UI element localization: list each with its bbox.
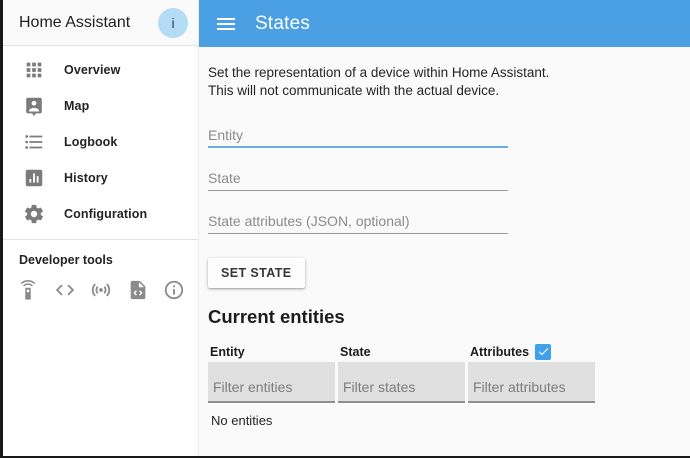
state-column-header: State (338, 341, 465, 362)
sidebar-item-configuration[interactable]: Configuration (3, 196, 198, 232)
current-entities-heading: Current entities (208, 306, 670, 328)
filter-entities-input[interactable] (208, 379, 335, 401)
no-entities-message: No entities (208, 413, 670, 428)
checkmark-icon (537, 345, 550, 358)
filter-states-input[interactable] (338, 379, 465, 401)
filter-entities-cell (208, 362, 335, 403)
info-badge[interactable]: i (158, 8, 188, 38)
state-attributes-field (208, 205, 508, 234)
entities-table-header-row: Entity State Attributes (208, 341, 670, 362)
app-bar: States (199, 0, 690, 47)
remote-icon[interactable] (17, 279, 39, 301)
list-bulleted-icon (23, 131, 45, 153)
chart-box-icon (23, 167, 45, 189)
filter-states-cell (338, 362, 465, 403)
main-panel: States Set the representation of a devic… (199, 0, 690, 456)
set-state-form: SET STATE (208, 119, 508, 288)
apps-icon (23, 59, 45, 81)
description-line-2: This will not communicate with the actua… (208, 82, 670, 100)
info-outline-icon[interactable] (163, 279, 185, 301)
filter-attributes-input[interactable] (468, 379, 595, 401)
sidebar-item-label: Map (64, 99, 89, 113)
description-line-1: Set the representation of a device withi… (208, 64, 670, 82)
hamburger-icon[interactable] (214, 12, 238, 36)
entities-table: Entity State Attributes (208, 341, 670, 428)
entity-field (208, 119, 508, 148)
state-attributes-input[interactable] (208, 205, 508, 234)
gear-icon (23, 203, 45, 225)
filter-attributes-cell (468, 362, 595, 403)
page-description: Set the representation of a device withi… (208, 64, 670, 99)
sidebar-item-overview[interactable]: Overview (3, 52, 198, 88)
state-input[interactable] (208, 162, 508, 191)
access-point-icon[interactable] (90, 279, 112, 301)
sidebar-item-map[interactable]: Map (3, 88, 198, 124)
developer-tools-icons (3, 272, 198, 301)
file-code-icon[interactable] (127, 279, 149, 301)
attributes-checkbox[interactable] (535, 344, 551, 360)
sidebar-item-logbook[interactable]: Logbook (3, 124, 198, 160)
attributes-header-label: Attributes (470, 345, 529, 359)
sidebar-menu: Overview Map Logbook (3, 46, 198, 232)
app-title: Home Assistant (19, 14, 158, 32)
states-content: Set the representation of a device withi… (199, 47, 690, 428)
set-state-button[interactable]: SET STATE (208, 258, 305, 288)
attributes-column-header: Attributes (468, 341, 595, 362)
developer-tools-label: Developer tools (3, 240, 198, 272)
sidebar-item-label: Logbook (64, 135, 117, 149)
sidebar-item-history[interactable]: History (3, 160, 198, 196)
page-title: States (255, 13, 310, 35)
entities-table-filter-row (208, 362, 670, 403)
state-field (208, 162, 508, 191)
entity-column-header: Entity (208, 341, 335, 362)
code-tags-icon[interactable] (54, 279, 76, 301)
sidebar-item-label: History (64, 171, 108, 185)
sidebar-item-label: Overview (64, 63, 120, 77)
sidebar: Home Assistant i Overview Map Logbook (3, 0, 199, 456)
sidebar-header: Home Assistant i (3, 0, 198, 46)
home-assistant-window: Home Assistant i Overview Map Logbook (0, 0, 690, 458)
account-location-icon (23, 95, 45, 117)
sidebar-item-label: Configuration (64, 207, 147, 221)
entity-input[interactable] (208, 119, 508, 148)
